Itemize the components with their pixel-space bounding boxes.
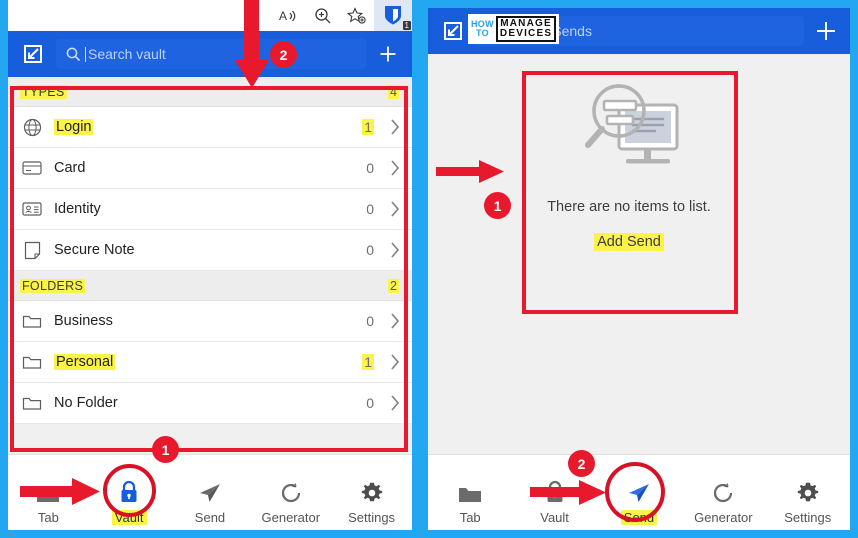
nav-label: Vault — [540, 510, 569, 525]
frame-middle — [412, 0, 428, 538]
nav-item-send[interactable]: Send — [173, 475, 247, 525]
nav-item-vault[interactable]: Vault — [518, 475, 592, 525]
bitwarden-extension-icon[interactable]: 1 — [374, 0, 412, 31]
nav-item-tab[interactable]: Tab — [11, 475, 85, 525]
watermark-to: TO — [475, 28, 489, 38]
frame-right — [850, 0, 858, 538]
tab-folder-icon — [457, 475, 483, 505]
search-input[interactable]: Search vault — [56, 39, 366, 69]
bottom-navigation: Tab Vault Send Generator Settings — [8, 454, 412, 538]
nav-label: Generator — [261, 510, 321, 525]
nav-label: Settings — [348, 510, 396, 525]
add-favorite-star-icon[interactable] — [340, 3, 374, 29]
pop-out-icon[interactable] — [16, 37, 50, 71]
howtomanagedevices-watermark-logo: HOW TO MANAGE DEVICES — [468, 14, 560, 44]
pop-out-icon[interactable] — [436, 14, 470, 48]
annotation-circle-send — [605, 462, 665, 522]
nav-item-generator[interactable]: Generator — [686, 475, 760, 525]
refresh-icon — [711, 475, 735, 505]
annotation-badge-1-left: 1 — [152, 436, 179, 463]
annotation-circle-vault — [103, 464, 156, 517]
extension-badge: 1 — [402, 21, 411, 30]
annotation-badge-2-left: 2 — [270, 41, 297, 68]
search-icon — [64, 45, 82, 63]
search-placeholder: Search vault — [88, 46, 166, 62]
frame-left — [0, 0, 8, 538]
refresh-icon — [279, 475, 303, 505]
frame-top-right — [428, 0, 858, 8]
lock-icon — [543, 475, 567, 505]
svg-text:A: A — [279, 9, 287, 23]
text-caret — [85, 46, 86, 62]
browser-toolbar: A 1 — [8, 0, 412, 32]
nav-label: Send — [194, 510, 226, 525]
annotation-badge-1-right: 1 — [484, 192, 511, 219]
frame-bottom-left — [0, 530, 412, 538]
read-aloud-icon[interactable]: A — [272, 3, 306, 29]
nav-label: Tab — [37, 510, 59, 525]
nav-item-settings[interactable]: Settings — [771, 475, 845, 525]
frame-bottom-right — [428, 530, 858, 538]
watermark-devices: DEVICES — [499, 28, 553, 39]
screenshot-stage: A 1 Search vault TYPES 4 Login 1 Card 0 … — [0, 0, 858, 538]
nav-item-generator[interactable]: Generator — [254, 475, 328, 525]
nav-item-tab[interactable]: Tab — [433, 475, 507, 525]
zoom-in-icon[interactable] — [306, 3, 340, 29]
add-send-button[interactable] — [810, 15, 842, 47]
gear-icon — [360, 475, 384, 505]
nav-item-settings[interactable]: Settings — [335, 475, 409, 525]
add-item-button[interactable] — [372, 38, 404, 70]
nav-label: Tab — [459, 510, 481, 525]
annotation-box-empty-state — [522, 71, 738, 314]
nav-label: Generator — [694, 510, 753, 525]
annotation-badge-2-right: 2 — [568, 450, 595, 477]
vault-header: Search vault — [8, 31, 412, 77]
paper-plane-icon — [197, 475, 223, 505]
tab-folder-icon — [35, 475, 61, 505]
annotation-box-vault-list — [10, 86, 408, 452]
gear-icon — [796, 475, 820, 505]
nav-label: Settings — [784, 510, 832, 525]
